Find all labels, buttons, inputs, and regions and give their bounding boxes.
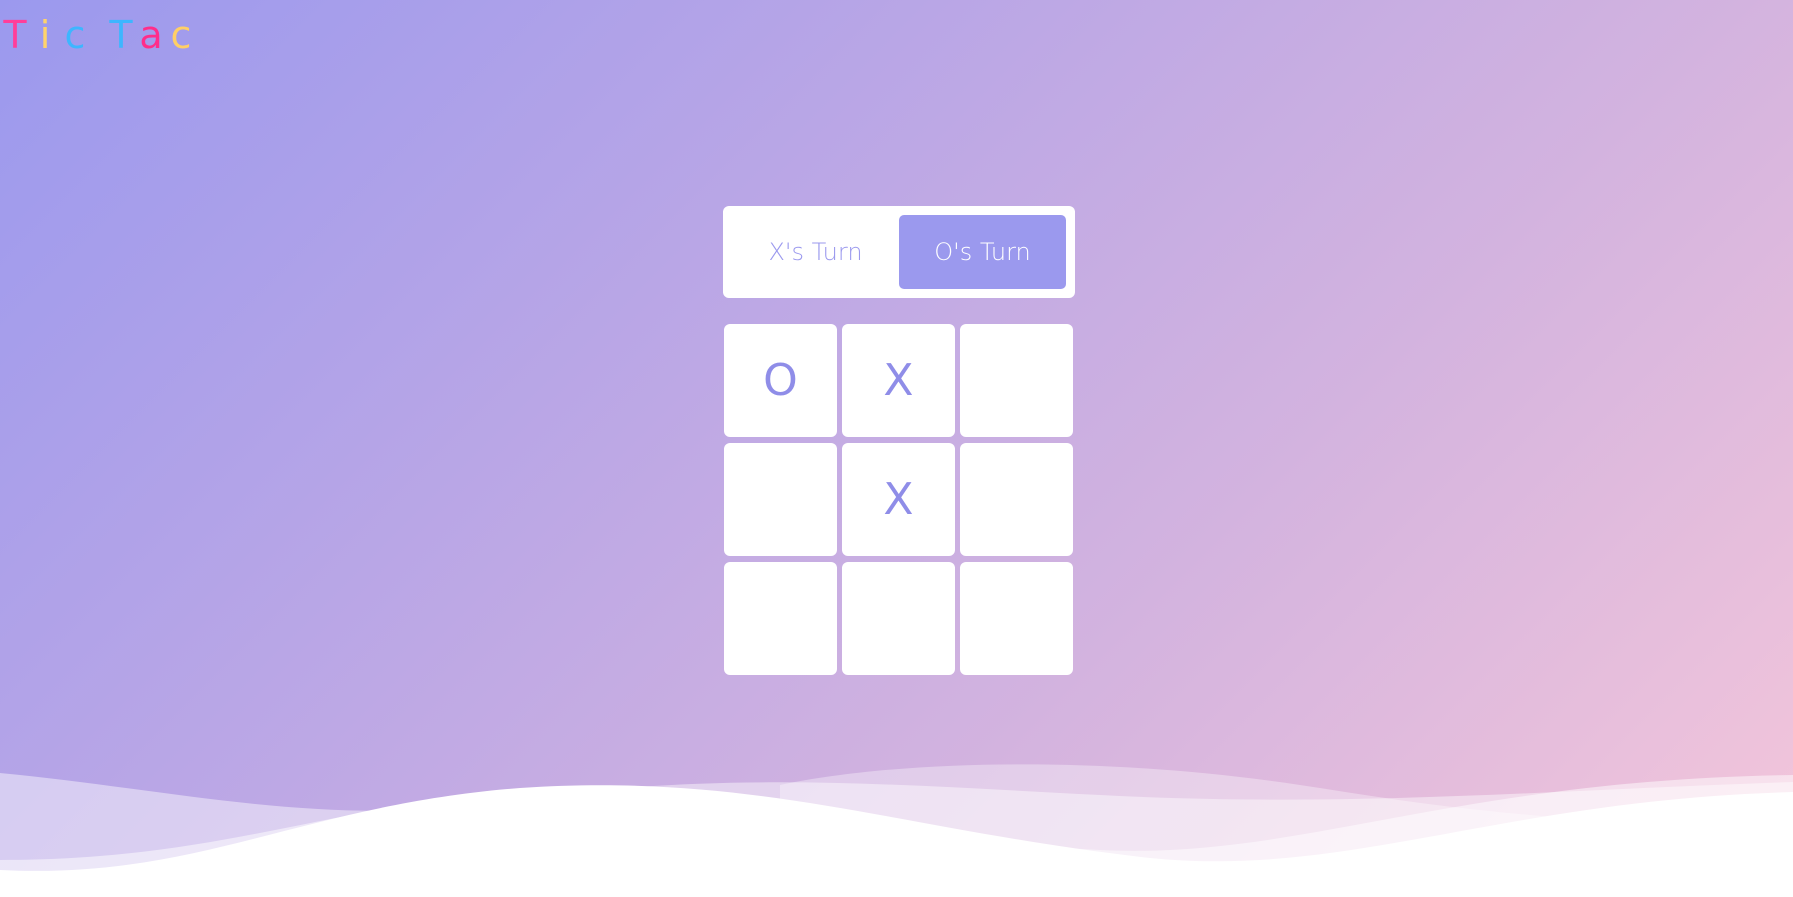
board-cell-3[interactable]: [960, 324, 1073, 437]
board-cell-8[interactable]: [842, 562, 955, 675]
logo-letter-c2: c: [170, 13, 192, 57]
board-cell-7[interactable]: [724, 562, 837, 675]
logo: T i c T a c: [0, 10, 196, 60]
o-turn-button[interactable]: O's Turn: [899, 215, 1066, 289]
logo-letter-t2: T: [109, 13, 133, 57]
board-cell-5[interactable]: X: [842, 443, 955, 556]
board-cell-2[interactable]: X: [842, 324, 955, 437]
game-board: O X X: [724, 324, 1074, 675]
x-turn-button[interactable]: X's Turn: [732, 215, 899, 289]
board-cell-9[interactable]: [960, 562, 1073, 675]
logo-letter-i: i: [39, 13, 51, 57]
board-cell-6[interactable]: [960, 443, 1073, 556]
turn-indicator: X's Turn O's Turn: [723, 206, 1075, 298]
board-cell-4[interactable]: [724, 443, 837, 556]
logo-letter-a: a: [139, 13, 163, 57]
wave-decoration: [0, 764, 1793, 897]
logo-letter-c1: c: [64, 13, 86, 57]
board-cell-1[interactable]: O: [724, 324, 837, 437]
logo-letter-t1: T: [3, 13, 27, 57]
